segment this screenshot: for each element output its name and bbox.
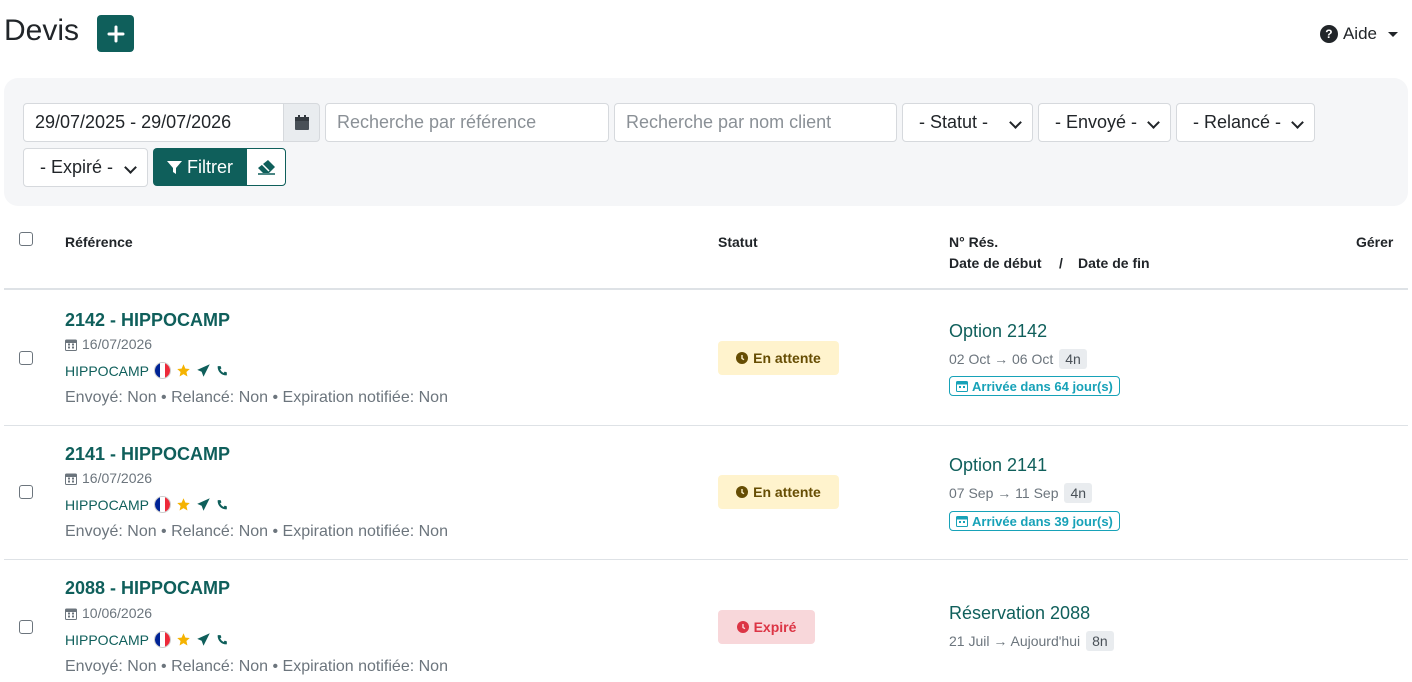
clock-icon [736, 486, 749, 498]
client-info: HIPPOCAMP [65, 496, 229, 513]
quote-date: 16/07/2026 [65, 470, 152, 486]
quote-flags: Envoyé: Non • Relancé: Non • Expiration … [65, 658, 448, 675]
nights-badge: 4n [1059, 349, 1087, 369]
arrival-badge: Arrivée dans 39 jour(s) [949, 511, 1120, 531]
column-start-date[interactable]: Date de début [949, 255, 1042, 271]
date-range-input[interactable]: 29/07/2025 - 29/07/2026 [23, 103, 285, 142]
nights-badge: 4n [1064, 483, 1093, 503]
send-icon[interactable] [196, 363, 211, 378]
booking-option-link[interactable]: Option 2141 [949, 455, 1047, 476]
stay-range-text: 02 Oct → 06 Oct [949, 351, 1054, 367]
column-manage: Gérer [1356, 234, 1394, 250]
status-badge: En attente [718, 341, 839, 375]
caret-down-icon [1388, 31, 1398, 37]
table-header: Référence Statut N° Rés. Date de début /… [4, 222, 1408, 290]
client-info: HIPPOCAMP [65, 362, 229, 379]
status-badge-text: Expiré [753, 619, 797, 635]
page-title: Devis [4, 14, 80, 47]
help-label: Aide [1342, 24, 1377, 43]
clear-filters-button[interactable] [246, 148, 286, 186]
phone-icon[interactable] [216, 364, 229, 377]
calendar-icon [65, 339, 77, 351]
client-name-link[interactable]: HIPPOCAMP [65, 497, 149, 513]
funnel-icon [167, 160, 182, 174]
star-icon [177, 498, 190, 511]
client-info: HIPPOCAMP [65, 631, 229, 648]
clock-icon [736, 352, 749, 364]
status-select[interactable]: - Statut - [902, 103, 1033, 142]
expired-select[interactable]: - Expiré - [23, 148, 148, 187]
filter-button-label: Filtrer [187, 156, 233, 177]
star-icon [177, 633, 190, 646]
quote-date-text: 16/07/2026 [82, 470, 153, 486]
quote-date-text: 16/07/2026 [82, 336, 153, 352]
stay-dates: 21 Juil → Aujourd'hui 8n [949, 631, 1114, 651]
client-name-link[interactable]: HIPPOCAMP [65, 363, 149, 379]
arrival-text: Arrivée dans 39 jour(s) [972, 513, 1113, 529]
calendar-icon [956, 516, 968, 527]
quote-date: 16/07/2026 [65, 336, 152, 352]
column-reference[interactable]: Référence [65, 234, 133, 250]
status-badge: En attente [718, 475, 839, 509]
send-icon[interactable] [196, 497, 211, 512]
phone-icon[interactable] [216, 633, 229, 646]
calendar-icon [956, 381, 968, 392]
column-end-date[interactable]: Date de fin [1078, 255, 1150, 271]
plus-icon [107, 25, 124, 42]
quote-date-text: 10/06/2026 [82, 605, 153, 621]
select-all-checkbox[interactable] [19, 232, 33, 246]
flag-fr-icon [154, 496, 172, 513]
filter-button[interactable]: Filtrer [153, 148, 246, 186]
row-checkbox[interactable] [19, 351, 33, 365]
star-icon [177, 364, 190, 377]
status-badge: Expiré [718, 610, 815, 644]
flag-fr-icon [154, 631, 172, 648]
table-row: 2088 - HIPPOCAMP 10/06/2026 HIPPOCAMP En… [4, 560, 1408, 682]
clock-icon [736, 621, 749, 633]
calendar-icon [65, 608, 77, 620]
reminded-select[interactable]: - Relancé - [1176, 103, 1315, 142]
help-dropdown[interactable]: ? Aide [1319, 24, 1398, 44]
quote-flags: Envoyé: Non • Relancé: Non • Expiration … [65, 389, 448, 406]
add-quote-button[interactable] [97, 15, 134, 52]
stay-dates: 07 Sep → 11 Sep 4n [949, 483, 1093, 503]
question-circle-icon: ? [1319, 25, 1338, 43]
status-badge-text: En attente [753, 484, 821, 500]
table-row: 2141 - HIPPOCAMP 16/07/2026 HIPPOCAMP En… [4, 426, 1408, 560]
column-booking[interactable]: N° Rés. [949, 234, 998, 250]
calendar-icon [65, 473, 77, 485]
send-icon[interactable] [196, 632, 211, 647]
table-row: 2142 - HIPPOCAMP 16/07/2026 HIPPOCAMP En… [4, 291, 1408, 426]
quote-reference-link[interactable]: 2141 - HIPPOCAMP [65, 444, 230, 465]
arrival-text: Arrivée dans 64 jour(s) [972, 378, 1113, 394]
column-date-separator: / [1059, 255, 1063, 271]
column-status[interactable]: Statut [718, 234, 758, 250]
top-bar: Devis ? Aide [0, 0, 1412, 70]
client-name-link[interactable]: HIPPOCAMP [65, 632, 149, 648]
flag-fr-icon [154, 362, 172, 379]
phone-icon[interactable] [216, 498, 229, 511]
quote-flags: Envoyé: Non • Relancé: Non • Expiration … [65, 523, 448, 540]
calendar-icon [294, 115, 309, 130]
sent-select[interactable]: - Envoyé - [1038, 103, 1171, 142]
quote-reference-link[interactable]: 2088 - HIPPOCAMP [65, 578, 230, 599]
reference-search-input[interactable]: Recherche par référence [325, 103, 609, 142]
booking-option-link[interactable]: Réservation 2088 [949, 603, 1090, 624]
quote-reference-link[interactable]: 2142 - HIPPOCAMP [65, 310, 230, 331]
stay-range-text: 21 Juil → Aujourd'hui [949, 633, 1081, 649]
client-search-input[interactable]: Recherche par nom client [614, 103, 897, 142]
row-checkbox[interactable] [19, 485, 33, 499]
arrival-badge: Arrivée dans 64 jour(s) [949, 376, 1120, 396]
stay-range-text: 07 Sep → 11 Sep [949, 485, 1059, 501]
booking-option-link[interactable]: Option 2142 [949, 321, 1047, 342]
status-badge-text: En attente [753, 350, 821, 366]
row-checkbox[interactable] [19, 620, 33, 634]
stay-dates: 02 Oct → 06 Oct 4n [949, 349, 1087, 369]
quote-date: 10/06/2026 [65, 605, 152, 621]
nights-badge: 8n [1086, 631, 1114, 651]
calendar-button[interactable] [283, 103, 320, 142]
eraser-icon [257, 160, 275, 175]
filter-panel: 29/07/2025 - 29/07/2026 Recherche par ré… [4, 78, 1408, 206]
